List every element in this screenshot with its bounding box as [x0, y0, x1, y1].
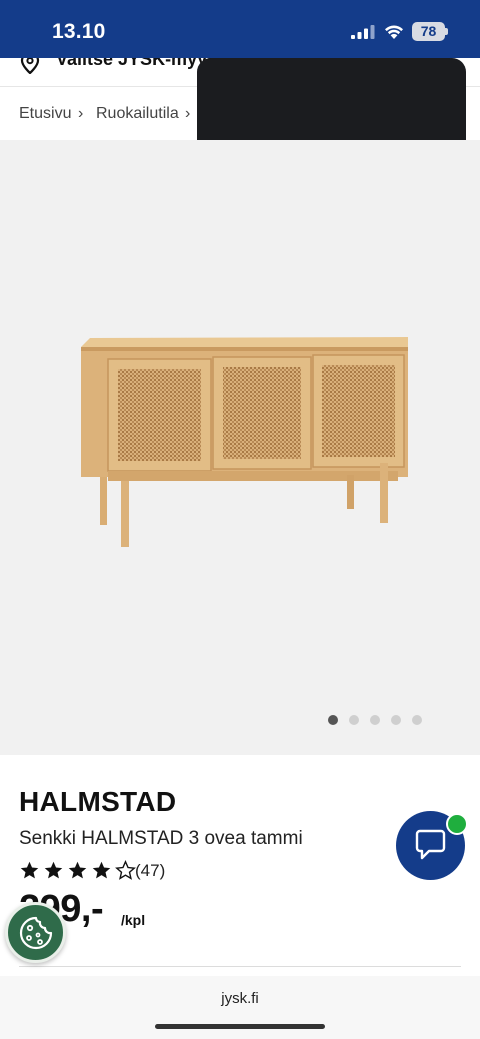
gallery-dot[interactable] [370, 715, 380, 725]
star-filled-icon [92, 861, 111, 879]
product-name: HALMSTAD [19, 786, 177, 817]
product-description: Senkki HALMSTAD 3 ovea tammi [19, 828, 303, 849]
breadcrumb-separator: › [78, 105, 84, 122]
breadcrumb-item-dining[interactable]: Ruokailutila [96, 105, 179, 123]
star-empty-icon [115, 860, 136, 880]
product-rating[interactable]: (47) [19, 860, 219, 882]
divider [19, 966, 461, 967]
sideboard-product-image [81, 337, 408, 547]
cookie-settings-button[interactable] [5, 902, 66, 963]
star-filled-icon [20, 861, 39, 879]
chat-bubble-icon [415, 829, 446, 860]
battery-level: 78 [420, 23, 437, 39]
url-label[interactable]: jysk.fi [0, 990, 480, 1007]
gallery-pagination [328, 715, 428, 725]
wifi-icon [385, 25, 403, 39]
breadcrumb-separator: › [185, 105, 191, 122]
star-filled-icon [68, 861, 87, 879]
price-unit: /kpl [121, 912, 146, 928]
cookie-icon [19, 916, 53, 950]
location-pin-icon [20, 58, 40, 74]
gallery-dot[interactable] [349, 715, 359, 725]
signal-icon [351, 25, 375, 39]
product-gallery[interactable] [0, 140, 480, 755]
star-filled-icon [44, 861, 63, 879]
gallery-dot-active[interactable] [328, 715, 338, 725]
chat-online-badge [446, 813, 468, 835]
home-indicator[interactable] [155, 1024, 325, 1029]
gallery-dot[interactable] [391, 715, 401, 725]
breadcrumb-item-home[interactable]: Etusivu [19, 105, 71, 123]
gallery-dot[interactable] [412, 715, 422, 725]
battery-icon: 78 [412, 22, 448, 41]
status-time: 13.10 [52, 20, 106, 43]
browser-address-bar[interactable]: jysk.fi [0, 976, 480, 1039]
rating-count: (47) [135, 861, 166, 880]
status-bar: 13.10 78 [0, 0, 480, 58]
